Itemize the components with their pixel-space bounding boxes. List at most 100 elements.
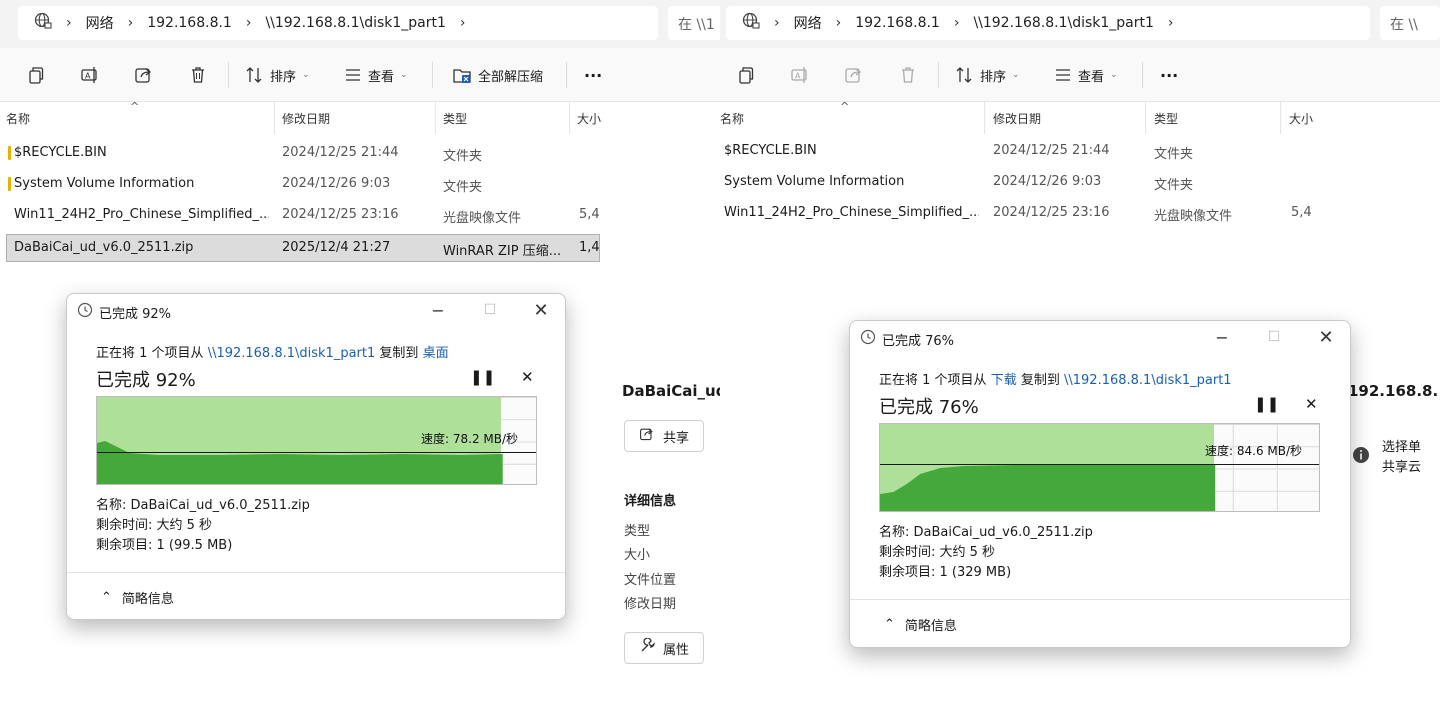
list-item-selected[interactable]: DaBaiCai_ud_v6.0_2511.zip 2025/12/4 21:2…: [6, 234, 600, 262]
fewer-details-button[interactable]: ⌃ 简略信息: [101, 588, 174, 607]
file-type: 光盘映像文件: [1154, 209, 1233, 224]
details-info-text: 选择单 共享云: [1382, 438, 1421, 478]
cancel-button[interactable]: ✕: [521, 368, 534, 386]
search-input[interactable]: 在 \\1: [668, 6, 720, 40]
extract-all-button[interactable]: 全部解压缩: [452, 48, 543, 102]
destination-link[interactable]: \\192.168.8.1\disk1_part1: [1064, 373, 1232, 388]
column-divider[interactable]: [274, 102, 275, 134]
list-item[interactable]: Win11_24H2_Pro_Chinese_Simplified_... 20…: [720, 200, 1312, 228]
svg-text:A: A: [85, 72, 91, 81]
breadcrumb-share[interactable]: \\192.168.8.1\disk1_part1: [973, 15, 1153, 31]
column-divider[interactable]: [984, 102, 985, 134]
share-icon: [134, 65, 154, 85]
more-options-button[interactable]: ···: [1160, 48, 1178, 102]
column-size[interactable]: 大小: [1289, 110, 1313, 127]
share-icon: [639, 426, 655, 446]
cancel-button[interactable]: ✕: [1305, 395, 1318, 413]
sort-button[interactable]: 排序 ⌄: [244, 48, 310, 102]
column-date[interactable]: 修改日期: [282, 110, 330, 127]
sort-icon: [244, 65, 264, 85]
column-divider[interactable]: [1280, 102, 1281, 134]
toolbar-divider: [432, 62, 433, 88]
close-button[interactable]: ✕: [1311, 325, 1341, 349]
sort-button[interactable]: 排序 ⌄: [954, 48, 1020, 102]
pause-button[interactable]: ❚❚: [1254, 395, 1279, 413]
maximize-button: ☐: [483, 302, 497, 318]
dialog-title-bar: 已完成 76%: [860, 329, 954, 349]
view-icon: [1054, 66, 1072, 84]
chevron-down-icon: ⌄: [1012, 70, 1020, 80]
column-divider[interactable]: [435, 102, 436, 134]
svg-text:A: A: [795, 72, 801, 81]
folder-icon: [8, 146, 11, 160]
breadcrumb-host[interactable]: 192.168.8.1: [855, 15, 940, 31]
file-name: $RECYCLE.BIN: [724, 143, 817, 158]
column-date[interactable]: 修改日期: [993, 110, 1041, 127]
network-icon: [742, 12, 760, 34]
source-link[interactable]: 下载: [991, 373, 1017, 388]
file-date: 2024/12/25 21:44: [993, 143, 1110, 158]
view-button[interactable]: 查看 ⌄: [344, 48, 408, 102]
column-divider[interactable]: [569, 102, 570, 134]
column-type[interactable]: 类型: [1154, 110, 1178, 127]
transfer-info: 名称: DaBaiCai_ud_v6.0_2511.zip 剩余时间: 大约 5…: [96, 496, 310, 556]
breadcrumb-separator: ›: [953, 15, 960, 31]
fewer-details-button[interactable]: ⌃ 简略信息: [884, 615, 957, 634]
list-item[interactable]: System Volume Information 2024/12/26 9:0…: [720, 169, 1310, 197]
toolbar-divider: [938, 62, 939, 88]
column-type[interactable]: 类型: [443, 110, 467, 127]
list-item[interactable]: Win11_24H2_Pro_Chinese_Simplified_... 20…: [0, 202, 600, 230]
list-item[interactable]: $RECYCLE.BIN 2024/12/25 21:44 文件夹: [0, 140, 600, 168]
breadcrumb-separator: ›: [835, 15, 842, 31]
properties-label: 属性: [662, 642, 689, 658]
network-icon: [34, 12, 52, 34]
explorer-window-right: › 网络 › 192.168.8.1 › \\192.168.8.1\disk1…: [720, 0, 1440, 712]
speed-graph: [879, 423, 1320, 512]
search-input[interactable]: 在 \\: [1380, 6, 1440, 40]
address-bar[interactable]: › 网络 › 192.168.8.1 › \\192.168.8.1\disk1…: [18, 6, 658, 40]
list-item[interactable]: $RECYCLE.BIN 2024/12/25 21:44 文件夹: [720, 138, 1310, 166]
toolbar-divider: [566, 62, 567, 88]
share-button[interactable]: 共享: [624, 420, 704, 452]
command-bar: A 排序 ⌄ 查看 ⌄ 全部解压缩 ···: [0, 48, 720, 102]
minimize-button[interactable]: −: [423, 298, 453, 322]
maximize-button: ☐: [1267, 329, 1281, 345]
breadcrumb-separator: ›: [1167, 15, 1174, 31]
source-link[interactable]: \\192.168.8.1\disk1_part1: [208, 346, 376, 361]
column-divider[interactable]: [1145, 102, 1146, 134]
properties-button[interactable]: 属性: [624, 632, 704, 664]
destination-link[interactable]: 桌面: [423, 346, 449, 361]
command-bar: A 排序 ⌄ 查看 ⌄ ···: [720, 48, 1440, 102]
time-remaining-line: 剩余时间: 大约 5 秒: [879, 545, 996, 560]
column-headers: ^ 名称 修改日期 类型 大小: [720, 100, 1313, 134]
breadcrumb-share[interactable]: \\192.168.8.1\disk1_part1: [265, 15, 445, 31]
file-name: System Volume Information: [724, 174, 905, 189]
address-bar[interactable]: › 网络 › 192.168.8.1 › \\192.168.8.1\disk1…: [726, 6, 1370, 40]
copy-description: 正在将 1 个项目从 \\192.168.8.1\disk1_part1 复制到…: [96, 342, 449, 361]
view-icon: [344, 66, 362, 84]
list-item[interactable]: System Volume Information 2024/12/26 9:0…: [0, 171, 600, 199]
breadcrumb-host[interactable]: 192.168.8.1: [147, 15, 232, 31]
rename-button[interactable]: A: [80, 48, 100, 102]
chevron-down-icon: ⌄: [1110, 70, 1118, 80]
more-options-button[interactable]: ···: [584, 48, 602, 102]
file-date: 2024/12/25 23:16: [993, 205, 1110, 220]
chevron-down-icon: ⌄: [400, 70, 408, 80]
share-button[interactable]: [134, 48, 154, 102]
pause-button[interactable]: ❚❚: [470, 368, 495, 386]
minimize-button[interactable]: −: [1207, 325, 1237, 349]
column-size[interactable]: 大小: [577, 110, 601, 127]
breadcrumb-network[interactable]: 网络: [794, 13, 822, 33]
rename-icon: A: [790, 65, 810, 85]
delete-button[interactable]: [188, 48, 208, 102]
sort-label: 排序: [980, 69, 1007, 85]
column-name[interactable]: 名称: [6, 110, 30, 127]
column-name[interactable]: 名称: [720, 110, 744, 127]
copy-button[interactable]: [26, 48, 46, 102]
view-button[interactable]: 查看 ⌄: [1054, 48, 1118, 102]
desc-mid: 复制到: [1020, 373, 1060, 388]
close-button[interactable]: ✕: [526, 298, 556, 322]
copy-button[interactable]: [736, 48, 756, 102]
file-type: 光盘映像文件: [443, 211, 522, 226]
breadcrumb-network[interactable]: 网络: [86, 13, 114, 33]
